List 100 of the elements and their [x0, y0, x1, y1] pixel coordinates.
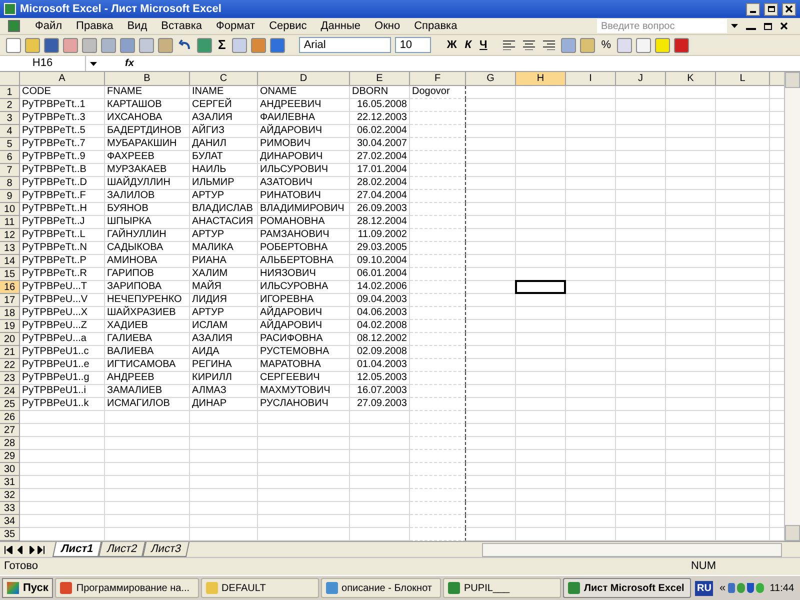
row-header[interactable]: 25	[0, 398, 20, 411]
sheet-tab[interactable]: Лист2	[98, 542, 146, 557]
grid-cell[interactable]	[410, 515, 466, 528]
grid-cell[interactable]: ДИНАР	[190, 398, 258, 411]
column-header[interactable]: C	[190, 72, 258, 85]
column-header[interactable]: L	[716, 72, 770, 85]
grid-cell[interactable]: РИАНА	[190, 255, 258, 268]
grid-cell[interactable]: РИМОВИЧ	[258, 138, 350, 151]
grid-cell[interactable]: РАМЗАНОВИЧ	[258, 229, 350, 242]
grid-cell[interactable]	[410, 294, 466, 307]
grid-cell[interactable]: PyTPBPeTt..9	[20, 151, 105, 164]
grid-cell[interactable]: БУЯНОВ	[105, 203, 190, 216]
row-header[interactable]: 5	[0, 138, 20, 151]
grid-cell[interactable]	[410, 216, 466, 229]
grid-cell[interactable]: АЗАТОВИЧ	[258, 177, 350, 190]
grid-cell[interactable]: АЛМАЗ	[190, 385, 258, 398]
row-header[interactable]: 17	[0, 294, 20, 307]
grid-cell[interactable]	[410, 463, 466, 476]
column-header[interactable]: A	[20, 72, 105, 85]
grid-cell[interactable]	[410, 151, 466, 164]
grid-cell[interactable]: ИГОРЕВНА	[258, 294, 350, 307]
row-header[interactable]: 35	[0, 528, 20, 541]
grid-cell[interactable]	[410, 255, 466, 268]
grid-cell[interactable]: 22.12.2003	[350, 112, 410, 125]
undo-icon[interactable]	[178, 38, 192, 52]
size-field[interactable]: 10	[394, 37, 431, 53]
grid-cell[interactable]: ШАЙДУЛЛИН	[105, 177, 190, 190]
sheet-tab[interactable]: Лист3	[142, 542, 190, 557]
horizontal-scrollbar[interactable]	[482, 542, 782, 556]
column-header[interactable]: F	[410, 72, 466, 85]
close-icon[interactable]	[780, 22, 788, 30]
grid-cell[interactable]: СЕРГЕЙ	[190, 99, 258, 112]
grid-cell[interactable]: 04.06.2003	[350, 307, 410, 320]
grid-cell[interactable]: ЗАРИПОВА	[105, 281, 190, 294]
grid-cell[interactable]: МУРЗАКАЕВ	[105, 164, 190, 177]
column-header[interactable]: I	[566, 72, 616, 85]
grid-cell[interactable]	[410, 437, 466, 450]
grid-cell[interactable]: ВАЛИЕВА	[105, 346, 190, 359]
grid-cell[interactable]: 12.05.2003	[350, 372, 410, 385]
grid-cell[interactable]: 01.04.2003	[350, 359, 410, 372]
grid-cell[interactable]	[410, 281, 466, 294]
grid-cell[interactable]: АЗАЛИЯ	[190, 333, 258, 346]
taskbar-button[interactable]: DEFAULT	[200, 578, 319, 598]
grid-cell[interactable]: 16.07.2003	[350, 385, 410, 398]
grid-cell[interactable]: PyTPBPeTt..3	[20, 112, 105, 125]
grid-cell[interactable]: PyTPBPeTt..R	[20, 268, 105, 281]
grid-cell[interactable]: PyTPBPeU1..e	[20, 359, 105, 372]
grid-cell[interactable]: PyTPBPeU1..c	[20, 346, 105, 359]
grid-cell[interactable]: БУЛАТ	[190, 151, 258, 164]
grid-cell[interactable]: ГАЛИЕВА	[105, 333, 190, 346]
grid-cell[interactable]: РУСТЕМОВНА	[258, 346, 350, 359]
grid-cell[interactable]: PyTPBPeTt..1	[20, 99, 105, 112]
grid-cell[interactable]	[410, 502, 466, 515]
menu-item[interactable]: Формат	[209, 18, 262, 34]
row-header[interactable]: 7	[0, 164, 20, 177]
grid-cell[interactable]: ИЛЬСУРОВИЧ	[258, 164, 350, 177]
grid-cell[interactable]: ИГТИСАМОВА	[105, 359, 190, 372]
grid-cell[interactable]: АНДРЕЕВ	[105, 372, 190, 385]
grid-cell[interactable]: САДЫКОВА	[105, 242, 190, 255]
grid-cell[interactable]: DBORN	[350, 86, 410, 99]
row-header[interactable]: 12	[0, 229, 20, 242]
row-header[interactable]: 21	[0, 346, 20, 359]
grid-cell[interactable]: АЙГИЗ	[190, 125, 258, 138]
grid-cell[interactable]: PyTPBPeTt..D	[20, 177, 105, 190]
grid-cell[interactable]: РОМАНОВНА	[258, 216, 350, 229]
grid-cell[interactable]: PyTPBPeTt..P	[20, 255, 105, 268]
autosum-button[interactable]: Σ	[214, 35, 230, 55]
grid-cell[interactable]: PyTPBPeU...Z	[20, 320, 105, 333]
row-header[interactable]: 27	[0, 424, 20, 437]
menu-item[interactable]: Справка	[407, 18, 464, 34]
grid-cell[interactable]: 27.04.2004	[350, 190, 410, 203]
grid-cell[interactable]: НАИЛЬ	[190, 164, 258, 177]
row-header[interactable]: 22	[0, 359, 20, 372]
grid-cell[interactable]: ДАНИЛ	[190, 138, 258, 151]
row-header[interactable]: 14	[0, 255, 20, 268]
grid-cell[interactable]: ЛИДИЯ	[190, 294, 258, 307]
grid-cell[interactable]: АНДРЕЕВИЧ	[258, 99, 350, 112]
grid-cell[interactable]: АНАСТАСИЯ	[190, 216, 258, 229]
taskbar-button[interactable]: описание - Блокнот	[320, 578, 442, 598]
taskbar-button[interactable]: Программирование на...	[55, 578, 199, 598]
grid-cell[interactable]	[410, 411, 466, 424]
menu-item[interactable]: Вид	[120, 18, 154, 34]
grid-cell[interactable]: PyTPBPeTt..B	[20, 164, 105, 177]
row-header[interactable]: 32	[0, 489, 20, 502]
grid-cell[interactable]	[410, 450, 466, 463]
grid-cell[interactable]	[410, 359, 466, 372]
row-header[interactable]: 29	[0, 450, 20, 463]
row-header[interactable]: 34	[0, 515, 20, 528]
align-right-icon[interactable]	[543, 40, 556, 50]
grid-cell[interactable]: ИЛЬСУРОВНА	[258, 281, 350, 294]
minimize-button[interactable]	[746, 2, 760, 16]
row-header[interactable]: 6	[0, 151, 20, 164]
grid-cell[interactable]	[410, 528, 466, 541]
grid-cell[interactable]: РИНАТОВИЧ	[258, 190, 350, 203]
grid-cell[interactable]: PyTPBPeU...a	[20, 333, 105, 346]
row-header[interactable]: 31	[0, 476, 20, 489]
start-button[interactable]: Пуск	[2, 578, 54, 598]
row-header[interactable]: 19	[0, 320, 20, 333]
grid-cell[interactable]: ФАИЛЕВНА	[258, 112, 350, 125]
grid-cell[interactable]	[410, 489, 466, 502]
